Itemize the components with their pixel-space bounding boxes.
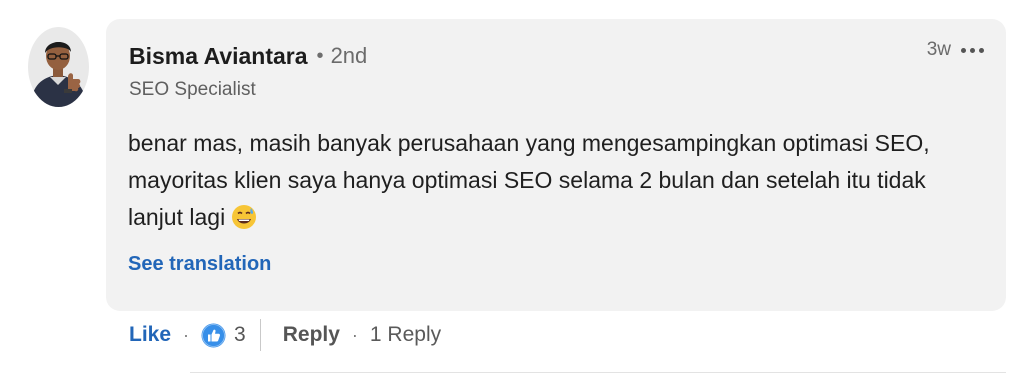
reply-count-link[interactable]: 1 Reply [370, 323, 441, 347]
comment-thread: Bisma Aviantara • 2nd SEO Specialist 3w … [0, 0, 1024, 375]
thread-divider [190, 372, 1006, 373]
grinning-face-with-sweat-icon [231, 204, 257, 241]
like-button[interactable]: Like [129, 323, 171, 347]
author-row: Bisma Aviantara • 2nd [129, 41, 367, 71]
reply-button[interactable]: Reply [283, 323, 340, 347]
comment-actions: Like · 3 Reply · 1 Reply [129, 318, 441, 352]
actions-divider [259, 319, 261, 351]
name-separator: • [316, 44, 324, 67]
comment-meta: 3w [927, 39, 984, 61]
comment-timestamp: 3w [926, 39, 951, 60]
comment-bubble: Bisma Aviantara • 2nd SEO Specialist 3w … [106, 19, 1006, 311]
thumbs-up-reaction-icon[interactable] [201, 323, 226, 348]
action-separator: · [183, 324, 190, 345]
reaction-count[interactable]: 3 [234, 323, 246, 347]
author-name[interactable]: Bisma Aviantara [129, 43, 308, 70]
comment-body: benar mas, masih banyak perusahaan yang … [128, 125, 978, 241]
avatar[interactable] [28, 27, 89, 107]
see-translation-link[interactable]: See translation [128, 253, 271, 276]
reply-separator: · [351, 324, 358, 345]
author-headline: SEO Specialist [129, 79, 256, 100]
ellipsis-icon[interactable] [961, 47, 984, 53]
connection-degree: 2nd [330, 43, 368, 68]
